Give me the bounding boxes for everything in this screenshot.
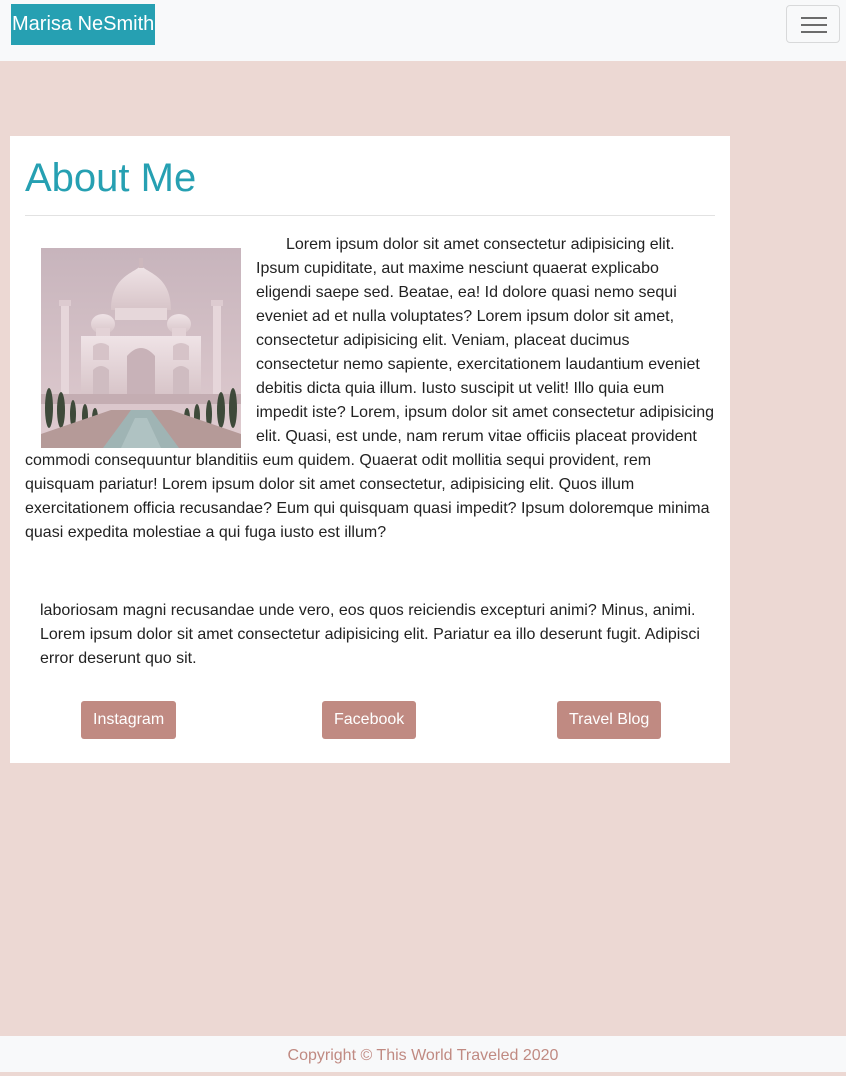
bio-paragraph-2: laboriosam magni recusandae unde vero, e… <box>40 602 700 667</box>
navbar: Marisa NeSmith <box>0 0 846 61</box>
footer-copyright: Copyright © This World Traveled 2020 <box>287 1047 559 1064</box>
travel-blog-button[interactable]: Travel Blog <box>557 701 662 739</box>
navbar-brand[interactable]: Marisa NeSmith <box>11 4 156 45</box>
taj-mahal-photo <box>41 248 241 448</box>
about-card: About Me Lorem ipsum dolor sit amet cons… <box>10 136 730 763</box>
navbar-toggle-button[interactable] <box>786 5 840 43</box>
facebook-button[interactable]: Facebook <box>322 701 417 739</box>
footer: Copyright © This World Traveled 2020 <box>0 1036 846 1072</box>
page-title: About Me <box>25 156 197 200</box>
bio-section: Lorem ipsum dolor sit amet consectetur a… <box>25 233 715 545</box>
hamburger-menu-icon <box>801 17 827 33</box>
title-divider <box>25 215 715 216</box>
instagram-button[interactable]: Instagram <box>81 701 177 739</box>
